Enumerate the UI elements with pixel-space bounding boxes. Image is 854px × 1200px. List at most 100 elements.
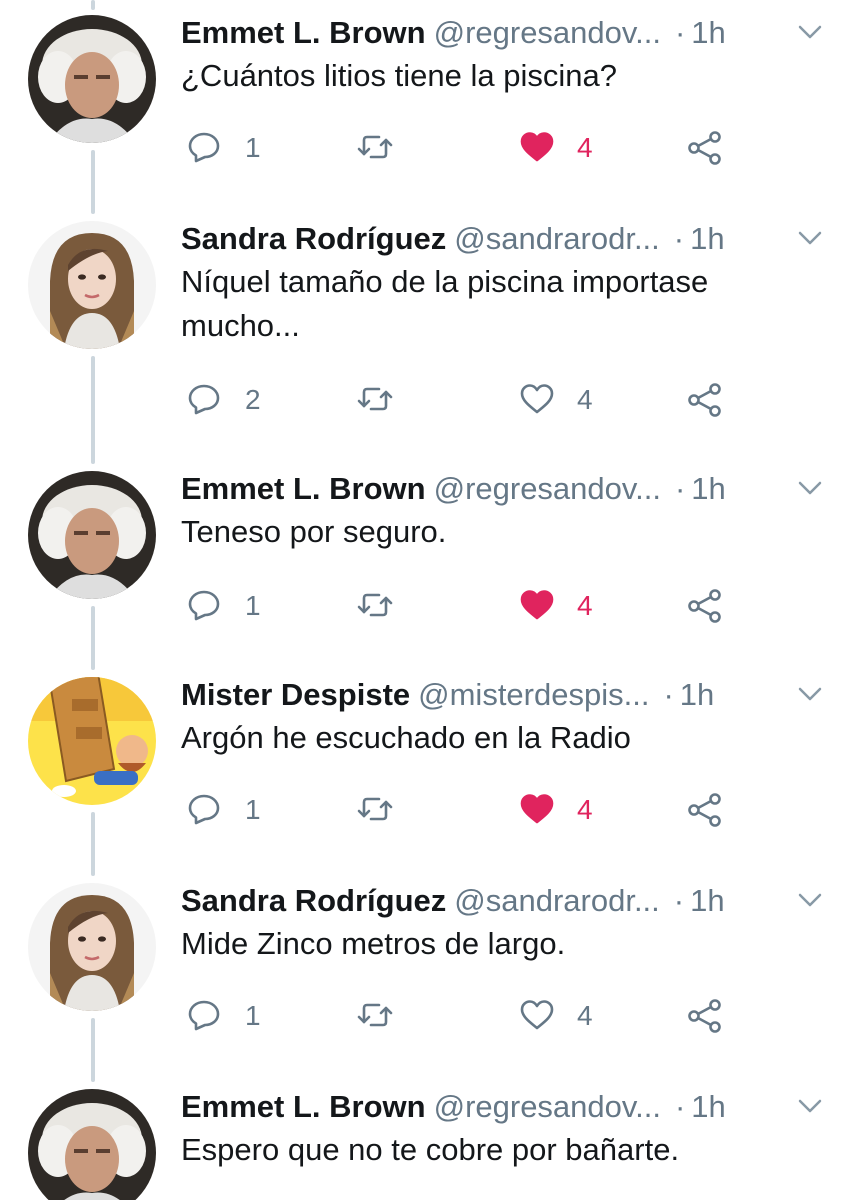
- like-count: 4: [577, 384, 593, 415]
- heart-icon: [520, 132, 554, 162]
- doc-brown-avatar[interactable]: [28, 15, 156, 143]
- reply-count: 2: [245, 384, 261, 415]
- display-name[interactable]: Emmet L. Brown: [181, 471, 426, 506]
- display-name[interactable]: Sandra Rodríguez: [181, 221, 446, 256]
- tweet[interactable]: Emmet L. Brown @regresandov... · 1h Teneso …: [0, 456, 854, 662]
- like-count: 4: [577, 590, 593, 621]
- like-button[interactable]: 4: [519, 584, 609, 628]
- chevron-down-icon[interactable]: [797, 892, 823, 908]
- retweet-button[interactable]: [355, 126, 445, 170]
- reply-button[interactable]: 2: [187, 378, 277, 422]
- retweet-icon: [357, 797, 393, 821]
- reply-count: 1: [245, 794, 261, 825]
- share-icon: [688, 999, 721, 1033]
- like-count: 4: [577, 1000, 593, 1031]
- tweet[interactable]: Emmet L. Brown @regresandov... · 1h ¿Cuánto…: [0, 0, 854, 206]
- tweet-actions: 1 4: [181, 788, 741, 832]
- reply-count: 1: [245, 1000, 261, 1031]
- heart-icon: [520, 794, 554, 824]
- timestamp[interactable]: 1h: [691, 1089, 725, 1124]
- tweet[interactable]: Emmet L. Brown @regresandov... · 1h Espero …: [0, 1074, 854, 1200]
- heart-icon: [520, 590, 554, 620]
- share-button[interactable]: [685, 788, 729, 832]
- like-count: 4: [577, 132, 593, 163]
- timestamp[interactable]: 1h: [690, 221, 724, 256]
- sandra-avatar[interactable]: [28, 883, 156, 1011]
- share-button[interactable]: [685, 378, 729, 422]
- retweet-icon: [357, 593, 393, 617]
- username-handle[interactable]: @misterdespis...: [418, 677, 649, 712]
- heart-outline-icon: [520, 384, 554, 414]
- chevron-down-icon[interactable]: [797, 24, 823, 40]
- like-count: 4: [577, 794, 593, 825]
- timestamp[interactable]: 1h: [690, 883, 724, 918]
- chevron-down-icon[interactable]: [797, 1098, 823, 1114]
- separator-dot: ·: [674, 471, 686, 506]
- reply-button[interactable]: 1: [187, 584, 277, 628]
- tweet-header: Emmet L. Brown @regresandov... · 1h: [181, 1086, 831, 1128]
- display-name[interactable]: Emmet L. Brown: [181, 1089, 426, 1124]
- tweet[interactable]: Mister Despiste @misterdespis... · 1h Argón…: [0, 662, 854, 868]
- like-button[interactable]: 4: [519, 378, 609, 422]
- tweet-header: Sandra Rodríguez @sandrarodr... · 1h: [181, 880, 831, 922]
- tweet-text: Argón he escuchado en la Radio: [181, 720, 631, 755]
- reply-icon: [188, 132, 220, 163]
- reply-button[interactable]: 1: [187, 788, 277, 832]
- share-button[interactable]: [685, 126, 729, 170]
- display-name[interactable]: Mister Despiste: [181, 677, 410, 712]
- tweet-actions: 1 4: [181, 126, 741, 170]
- timestamp[interactable]: 1h: [691, 471, 725, 506]
- heart-outline-icon: [520, 1000, 554, 1030]
- share-button[interactable]: [685, 994, 729, 1038]
- reply-icon: [188, 384, 220, 415]
- tweet-text: Espero que no te cobre por bañarte.: [181, 1132, 680, 1167]
- display-name[interactable]: Sandra Rodríguez: [181, 883, 446, 918]
- reply-icon: [188, 1000, 220, 1031]
- tweet-header: Emmet L. Brown @regresandov... · 1h: [181, 468, 831, 510]
- tweet-header: Sandra Rodríguez @sandrarodr... · 1h: [181, 218, 831, 260]
- separator-dot: ·: [674, 1089, 686, 1124]
- like-button[interactable]: 4: [519, 788, 609, 832]
- share-icon: [688, 383, 721, 417]
- chevron-down-icon[interactable]: [797, 230, 823, 246]
- reply-icon: [188, 590, 220, 621]
- reply-button[interactable]: 1: [187, 994, 277, 1038]
- reply-count: 1: [245, 132, 261, 163]
- doc-brown-avatar[interactable]: [28, 1089, 156, 1200]
- chevron-down-icon[interactable]: [797, 480, 823, 496]
- like-button[interactable]: 4: [519, 126, 609, 170]
- tweet-actions: 2 4: [181, 378, 741, 422]
- tweet-text: Teneso por seguro.: [181, 514, 447, 549]
- timestamp[interactable]: 1h: [691, 15, 725, 50]
- retweet-button[interactable]: [355, 584, 445, 628]
- display-name[interactable]: Emmet L. Brown: [181, 15, 426, 50]
- chevron-down-icon[interactable]: [797, 686, 823, 702]
- username-handle[interactable]: @sandrarodr...: [454, 883, 660, 918]
- share-icon: [688, 589, 721, 623]
- username-handle[interactable]: @regresandov...: [434, 1089, 661, 1124]
- tweet-actions: 1 4: [181, 994, 741, 1038]
- username-handle[interactable]: @regresandov...: [434, 15, 661, 50]
- separator-dot: ·: [673, 883, 685, 918]
- doc-brown-avatar[interactable]: [28, 471, 156, 599]
- retweet-button[interactable]: [355, 994, 445, 1038]
- username-handle[interactable]: @regresandov...: [434, 471, 661, 506]
- mister-despiste-avatar[interactable]: [28, 677, 156, 805]
- sandra-avatar[interactable]: [28, 221, 156, 349]
- reply-button[interactable]: 1: [187, 126, 277, 170]
- timestamp[interactable]: 1h: [680, 677, 714, 712]
- retweet-icon: [357, 387, 393, 411]
- like-button[interactable]: 4: [519, 994, 609, 1038]
- tweet[interactable]: Sandra Rodríguez @sandrarodr... · 1h Níquel…: [0, 206, 854, 417]
- tweet[interactable]: Sandra Rodríguez @sandrarodr... · 1h Mide Z…: [0, 868, 854, 1074]
- tweet-text: Mide Zinco metros de largo.: [181, 926, 566, 961]
- reply-icon: [188, 794, 220, 825]
- tweet-header: Mister Despiste @misterdespis... · 1h: [181, 674, 831, 716]
- share-icon: [688, 131, 721, 165]
- retweet-button[interactable]: [355, 378, 445, 422]
- separator-dot: ·: [674, 15, 686, 50]
- username-handle[interactable]: @sandrarodr...: [454, 221, 660, 256]
- separator-dot: ·: [673, 221, 685, 256]
- retweet-button[interactable]: [355, 788, 445, 832]
- share-button[interactable]: [685, 584, 729, 628]
